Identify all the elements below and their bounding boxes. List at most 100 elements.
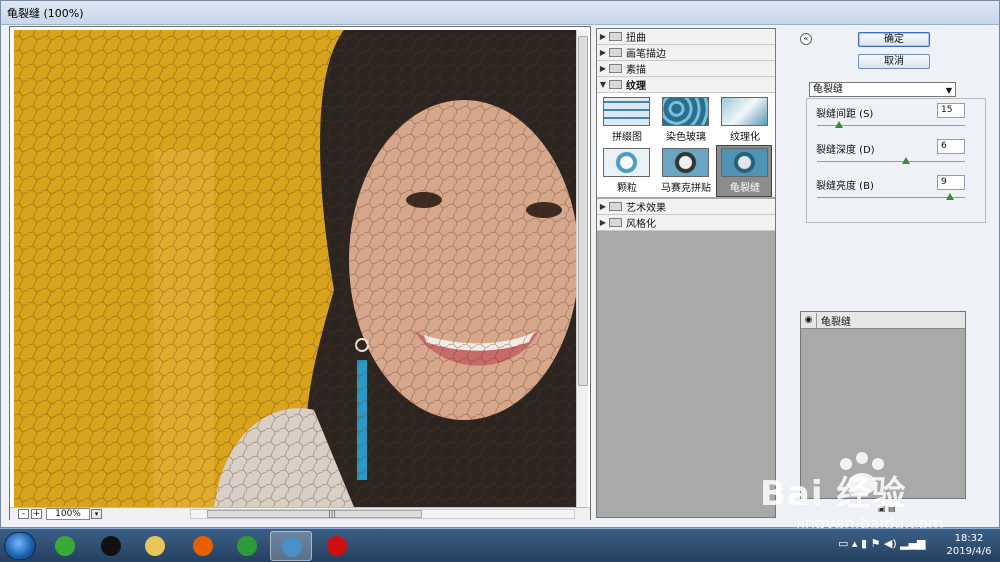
- thumbnail-image: [603, 148, 650, 177]
- folder-icon: [609, 202, 622, 211]
- penguin-icon: [101, 536, 121, 556]
- slider-track[interactable]: [817, 197, 965, 198]
- category-distort[interactable]: ▶ 扭曲: [597, 29, 775, 45]
- tile-texturizer[interactable]: 纹理化: [717, 95, 773, 147]
- category-label: 扭曲: [626, 33, 646, 44]
- category-texture[interactable]: ▼ 纹理: [597, 77, 775, 93]
- flag-icon[interactable]: ⚑: [871, 537, 881, 550]
- eye-icon[interactable]: ◉: [801, 312, 817, 328]
- taskbar-photoshop[interactable]: [270, 531, 312, 561]
- filter-tree: ▶ 扭曲 ▶ 画笔描边 ▶ 素描 ▼ 纹理 拼缀图 染色玻璃 纹理化 颗粒 马赛…: [596, 28, 776, 518]
- preview-vertical-scrollbar[interactable]: [576, 30, 588, 507]
- param-label: 裂缝间距 (S): [816, 109, 874, 120]
- category-label: 风格化: [626, 219, 656, 230]
- record-icon: [327, 536, 347, 556]
- folder-icon: [609, 64, 622, 73]
- crack-brightness-input[interactable]: 9: [937, 175, 965, 190]
- settings-panel: « 确定 取消 龟裂缝 ▼ 裂缝间距 (S) 15 裂缝深度 (D) 6 裂缝亮…: [798, 28, 988, 518]
- effect-layer-item[interactable]: ◉ 龟裂缝: [801, 312, 965, 329]
- scroll-grip: |||: [328, 509, 337, 518]
- collapsed-arrow-icon: ▶: [599, 64, 607, 73]
- preview-image[interactable]: [14, 30, 576, 507]
- title-bar[interactable]: 龟裂缝 (100%): [1, 1, 999, 25]
- taskbar-recorder[interactable]: [316, 531, 358, 561]
- tile-label: 马赛克拼贴: [661, 183, 711, 194]
- zoom-level-field[interactable]: 100%: [46, 508, 90, 520]
- tile-label: 颗粒: [617, 183, 637, 194]
- cancel-button[interactable]: 取消: [858, 54, 930, 69]
- category-sketch[interactable]: ▶ 素描: [597, 61, 775, 77]
- zoom-out-button[interactable]: -: [18, 509, 29, 519]
- thumbnail-image: [721, 97, 768, 126]
- crack-depth-input[interactable]: 6: [937, 139, 965, 154]
- start-button[interactable]: [4, 532, 36, 560]
- collapse-gallery-icon[interactable]: «: [800, 33, 812, 45]
- slider-knob-icon[interactable]: [946, 193, 955, 200]
- tile-patchwork[interactable]: 拼缀图: [599, 95, 655, 147]
- folder-open-icon: [609, 80, 622, 89]
- category-brush-strokes[interactable]: ▶ 画笔描边: [597, 45, 775, 61]
- taskbar: ▭ ▴ ▮ ⚑ ◀) ▂▄▆ 18:32 2019/4/6: [0, 528, 1000, 562]
- filter-select[interactable]: 龟裂缝 ▼: [809, 82, 956, 97]
- thumbnail-image: [603, 97, 650, 126]
- tile-grain[interactable]: 颗粒: [599, 146, 655, 198]
- tile-stained-glass[interactable]: 染色玻璃: [658, 95, 714, 147]
- category-artistic[interactable]: ▶ 艺术效果: [597, 199, 775, 215]
- browser-icon: [55, 536, 75, 556]
- category-stylize[interactable]: ▶ 风格化: [597, 215, 775, 231]
- preview-bottom-bar: - + 100% ▾ |||: [10, 507, 590, 520]
- zoom-dropdown-button[interactable]: ▾: [91, 509, 102, 519]
- param-crack-brightness: 裂缝亮度 (B) 9: [807, 173, 987, 209]
- category-label: 纹理: [626, 81, 646, 92]
- taskbar-ie[interactable]: [44, 531, 86, 561]
- tile-mosaic-tiles[interactable]: 马赛克拼贴: [658, 146, 714, 198]
- clock-time: 18:32: [954, 533, 984, 544]
- filter-parameters: 裂缝间距 (S) 15 裂缝深度 (D) 6 裂缝亮度 (B) 9: [806, 98, 986, 223]
- param-crack-spacing: 裂缝间距 (S) 15: [807, 101, 987, 137]
- notification-icon[interactable]: ▴: [852, 537, 858, 550]
- slider-track[interactable]: [817, 161, 965, 162]
- filter-select-value: 龟裂缝: [813, 84, 843, 95]
- category-label: 素描: [626, 65, 646, 76]
- preview-horizontal-scrollbar[interactable]: |||: [190, 509, 575, 519]
- taskbar-explorer[interactable]: [134, 531, 176, 561]
- watermark-brand: Bai 经验: [760, 474, 907, 514]
- filter-gallery-window: 龟裂缝 (100%) - + 100% ▾ ||| ▶ 扭曲 ▶ 画笔描边 ▶ …: [0, 0, 1000, 528]
- tile-craquelure[interactable]: 龟裂缝: [716, 145, 772, 197]
- folder-icon: [609, 218, 622, 227]
- collapsed-arrow-icon: ▶: [599, 32, 607, 41]
- tile-label: 龟裂缝: [730, 183, 760, 194]
- ok-button[interactable]: 确定: [858, 32, 930, 47]
- media-player-icon: [237, 536, 257, 556]
- collapsed-arrow-icon: ▶: [599, 48, 607, 57]
- layer-label: 龟裂缝: [821, 316, 851, 328]
- category-label: 画笔描边: [626, 49, 666, 60]
- volume-icon[interactable]: ◀): [884, 537, 897, 550]
- texture-thumbnails: 拼缀图 染色玻璃 纹理化 颗粒 马赛克拼贴 龟裂缝: [597, 93, 775, 197]
- vertical-scroll-thumb[interactable]: [578, 36, 588, 386]
- slider-knob-icon[interactable]: [901, 157, 910, 164]
- taskbar-player[interactable]: [226, 531, 268, 561]
- crack-spacing-input[interactable]: 15: [937, 103, 965, 118]
- thumbnail-image: [662, 97, 709, 126]
- clock-date: 2019/4/6: [946, 546, 992, 557]
- window-title: 龟裂缝 (100%): [7, 7, 84, 20]
- taskbar-firefox[interactable]: [182, 531, 224, 561]
- taskbar-clock[interactable]: 18:32 2019/4/6: [940, 532, 998, 558]
- param-crack-depth: 裂缝深度 (D) 6: [807, 137, 987, 173]
- folder-icon: [145, 536, 165, 556]
- horizontal-scroll-thumb[interactable]: |||: [207, 509, 422, 518]
- tile-label: 拼缀图: [612, 132, 642, 143]
- tile-label: 染色玻璃: [666, 132, 706, 143]
- taskbar-qq[interactable]: [90, 531, 132, 561]
- thumbnail-image: [721, 148, 768, 177]
- feather-icon: [282, 537, 302, 557]
- device-icon[interactable]: ▮: [861, 537, 867, 550]
- network-icon[interactable]: ▂▄▆: [900, 537, 925, 550]
- expanded-arrow-icon: ▼: [599, 80, 607, 89]
- keyboard-icon[interactable]: ▭: [838, 537, 848, 550]
- slider-knob-icon[interactable]: [835, 121, 844, 128]
- preview-panel: - + 100% ▾ |||: [9, 26, 591, 520]
- zoom-in-button[interactable]: +: [31, 509, 42, 519]
- thumbnail-image: [662, 148, 709, 177]
